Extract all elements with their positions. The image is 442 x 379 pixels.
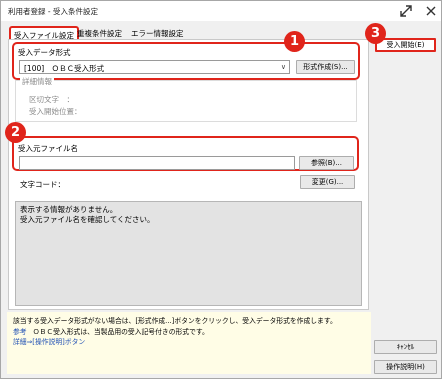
message-box: 表示する情報がありません。 受入元ファイル名を確認してください。 xyxy=(15,201,362,306)
dialog-window: 利用者登録 - 受入条件設定 受入ファイル設定 重複条件設定 エラー情報設定 受… xyxy=(0,0,442,379)
chevron-down-icon: ∨ xyxy=(280,63,286,71)
expand-icon[interactable] xyxy=(399,4,413,18)
cancel-button[interactable]: ｷｬﾝｾﾙ xyxy=(374,340,437,354)
format-select-value: [100] ＯＢＣ受入形式 xyxy=(24,64,105,73)
browse-button[interactable]: 参照(B)... xyxy=(299,156,354,170)
format-group-label: 受入データ形式 xyxy=(18,48,71,57)
window-title: 利用者登録 - 受入条件設定 xyxy=(8,7,98,16)
tab-duplicate-conditions[interactable]: 重複条件設定 xyxy=(77,28,122,39)
callout-badge-1: 1 xyxy=(284,31,305,52)
hint-reference-label: 参考 xyxy=(13,327,27,336)
source-file-input[interactable] xyxy=(19,156,295,170)
message-line-2: 受入元ファイル名を確認してください。 xyxy=(20,215,155,224)
close-icon[interactable] xyxy=(425,5,437,17)
help-button[interactable]: 操作説明(H) xyxy=(374,360,437,374)
callout-badge-2: 2 xyxy=(5,122,26,143)
char-code-label: 文字コード： xyxy=(20,180,65,189)
callout-badge-3: 3 xyxy=(365,23,386,44)
change-char-code-button[interactable]: 変更(G)... xyxy=(300,175,355,189)
start-position-label: 受入開始位置： xyxy=(29,107,82,116)
details-group-label: 詳細情報 xyxy=(20,76,54,87)
create-format-button[interactable]: 形式作成(S)... xyxy=(296,60,355,74)
title-bar: 利用者登録 - 受入条件設定 xyxy=(1,1,441,21)
start-import-button[interactable]: 受入開始(E) xyxy=(375,38,436,52)
delimiter-label: 区切文字 ： xyxy=(29,95,74,104)
hint-line-2-text: ＯＢＣ受入形式は、当製品用の受入記号付きの形式です。 xyxy=(32,327,209,336)
tab-error-info[interactable]: エラー情報設定 xyxy=(131,28,184,39)
source-file-group-label: 受入元ファイル名 xyxy=(18,144,78,153)
format-select[interactable]: [100] ＯＢＣ受入形式 ∨ xyxy=(19,60,290,74)
hint-line-2: 参考 ＯＢＣ受入形式は、当製品用の受入記号付きの形式です。 xyxy=(13,327,365,338)
message-line-1: 表示する情報がありません。 xyxy=(20,205,118,214)
hint-bar: 該当する受入データ形式がない場合は、[形式作成...]ボタンをクリックし、受入デ… xyxy=(7,312,371,374)
hint-line-1: 該当する受入データ形式がない場合は、[形式作成...]ボタンをクリックし、受入デ… xyxy=(13,317,337,325)
hint-line-3: 詳細⇒[操作説明]ボタン xyxy=(13,338,86,346)
